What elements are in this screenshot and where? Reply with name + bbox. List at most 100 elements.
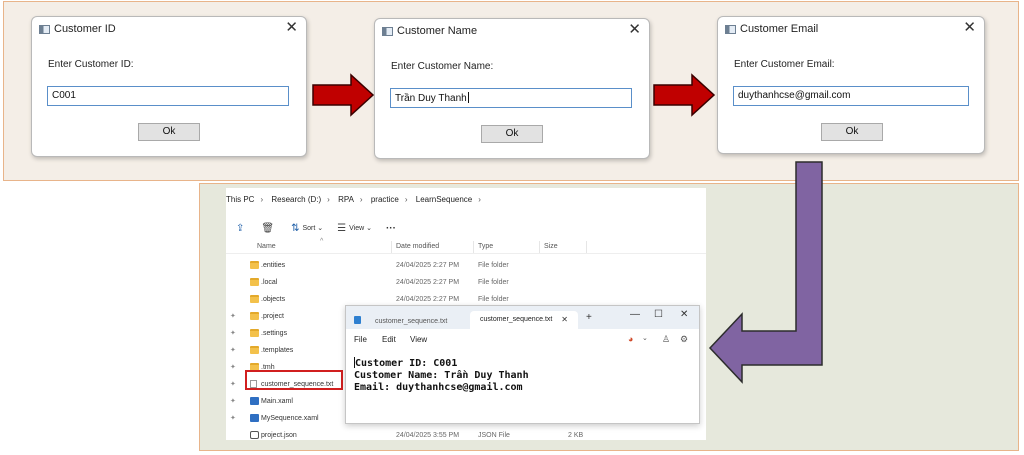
notepad-menu-bar: File Edit View ◕ ⌄ ♙ ⚙ [346, 329, 699, 349]
delete-button[interactable]: 🗑 [261, 223, 277, 234]
file-name: .objects [261, 296, 286, 303]
text-caret [467, 92, 469, 103]
file-name: .settings [261, 330, 288, 337]
column-divider[interactable] [473, 241, 474, 253]
file-date: 24/04/2025 2:27 PM [396, 262, 460, 269]
pin-icon: ✦ [230, 313, 236, 320]
breadcrumb-separator: › [260, 195, 264, 204]
menu-view[interactable]: View [410, 335, 427, 344]
account-icon[interactable]: ♙ [662, 334, 670, 345]
breadcrumb: This PC › Research (D:) › RPA › practice › L… [226, 195, 487, 204]
customer-id-input[interactable]: C001 [47, 86, 289, 106]
file-type: File folder [478, 296, 509, 303]
trash-icon: 🗑 [261, 222, 275, 234]
more-options-button[interactable]: ··· [386, 223, 396, 234]
pin-icon: ✦ [230, 330, 236, 337]
maximize-button[interactable]: ☐ [654, 309, 663, 320]
file-row[interactable]: project.json 24/04/2025 3:55 PM JSON Fil… [226, 428, 706, 444]
list-view-icon: ☰ [337, 222, 347, 234]
column-header-size[interactable]: Size [544, 243, 558, 250]
file-name: .project [261, 313, 284, 320]
folder-icon [250, 261, 259, 269]
file-name: .entities [261, 262, 286, 269]
notepad-text-area[interactable]: Customer ID: C001 Customer Name: Trần Du… [354, 357, 529, 394]
tab-label: customer_sequence.txt [375, 318, 448, 325]
breadcrumb-item[interactable]: Research (D:) [271, 195, 321, 204]
notepad-icon [354, 316, 361, 324]
chevron-down-icon[interactable]: ⌄ [642, 334, 648, 342]
pin-icon: ✦ [230, 415, 236, 422]
new-tab-button[interactable]: + [586, 312, 592, 323]
customer-name-dialog: Customer Name ✕ Enter Customer Name: Trầ… [374, 18, 650, 159]
column-header-row: Name ^ Date modified Type Size [226, 238, 706, 254]
breadcrumb-separator: › [478, 195, 481, 204]
sort-button[interactable]: ⇅ Sort ⌄ [291, 223, 323, 234]
sort-up-icon: ^ [320, 238, 324, 245]
input-value: Trần Duy Thanh [395, 93, 467, 104]
purple-arrow-down-left [708, 161, 823, 384]
close-icon[interactable]: ✕ [285, 20, 298, 36]
file-name: .local [261, 279, 278, 286]
file-date: 24/04/2025 2:27 PM [396, 296, 460, 303]
selected-file-highlight [245, 370, 343, 390]
copilot-icon[interactable]: ◕ [628, 334, 633, 344]
pin-icon: ✦ [230, 398, 236, 405]
menu-edit[interactable]: Edit [382, 335, 396, 344]
customer-name-input[interactable]: Trần Duy Thanh [390, 88, 632, 108]
file-size: 2 KB [568, 432, 584, 439]
folder-icon [250, 346, 259, 354]
notepad-tab-active[interactable]: customer_sequence.txt ✕ [470, 311, 578, 329]
dialog-title: Customer Email [740, 23, 819, 35]
ok-button[interactable]: Ok [138, 123, 200, 141]
share-button[interactable]: ⇪ [236, 223, 247, 234]
file-type: File folder [478, 262, 509, 269]
window-app-icon [39, 25, 50, 34]
file-row[interactable]: .local 24/04/2025 2:27 PM File folder [226, 275, 706, 291]
breadcrumb-separator: › [359, 195, 363, 204]
column-header-type[interactable]: Type [478, 243, 493, 250]
ok-button[interactable]: Ok [821, 123, 883, 141]
window-app-icon [382, 27, 393, 36]
close-window-button[interactable]: ✕ [680, 309, 688, 320]
ok-button[interactable]: Ok [481, 125, 543, 143]
settings-gear-icon[interactable]: ⚙ [680, 334, 688, 345]
close-icon[interactable]: ✕ [628, 22, 641, 38]
breadcrumb-item[interactable]: LearnSequence [416, 195, 473, 204]
breadcrumb-item[interactable]: RPA [338, 195, 354, 204]
column-divider[interactable] [391, 241, 392, 253]
customer-id-dialog: Customer ID ✕ Enter Customer ID: C001 Ok [31, 16, 307, 157]
notepad-tab[interactable]: customer_sequence.txt [354, 311, 472, 329]
xaml-file-icon [250, 414, 259, 422]
file-type: File folder [478, 279, 509, 286]
close-icon[interactable]: ✕ [963, 20, 976, 36]
notepad-tab-bar: customer_sequence.txt customer_sequence.… [346, 306, 699, 329]
breadcrumb-item[interactable]: This PC [226, 195, 254, 204]
column-header-date[interactable]: Date modified [396, 243, 439, 250]
file-date: 24/04/2025 3:55 PM [396, 432, 460, 439]
customer-email-dialog: Customer Email ✕ Enter Customer Email: d… [717, 16, 985, 154]
minimize-button[interactable]: — [630, 309, 640, 320]
breadcrumb-separator: › [327, 195, 330, 204]
red-arrow-right-1 [312, 73, 375, 117]
pin-icon: ✦ [230, 381, 236, 388]
file-row[interactable]: .entities 24/04/2025 2:27 PM File folder [226, 258, 706, 274]
dialog-prompt: Enter Customer ID: [48, 59, 134, 70]
column-divider[interactable] [586, 241, 587, 253]
pin-icon: ✦ [230, 347, 236, 354]
sort-icon: ⇅ [291, 222, 300, 234]
close-tab-icon[interactable]: ✕ [561, 315, 568, 324]
menu-file[interactable]: File [354, 335, 367, 344]
column-divider[interactable] [539, 241, 540, 253]
share-icon: ⇪ [236, 222, 245, 234]
view-label: View [349, 224, 365, 232]
folder-icon [250, 295, 259, 303]
notepad-window: customer_sequence.txt customer_sequence.… [345, 305, 700, 424]
folder-icon [250, 329, 259, 337]
view-button[interactable]: ☰ View ⌄ [337, 223, 372, 234]
text-line: Email: duythanhcse@gmail.com [354, 382, 523, 393]
customer-email-input[interactable]: duythanhcse@gmail.com [733, 86, 969, 106]
explorer-toolbar: ⇪ 🗑 ⇅ Sort ⌄ ☰ View ⌄ ··· [236, 221, 410, 235]
column-header-name[interactable]: Name [257, 243, 276, 250]
file-name: .templates [261, 347, 294, 354]
breadcrumb-item[interactable]: practice [371, 195, 399, 204]
